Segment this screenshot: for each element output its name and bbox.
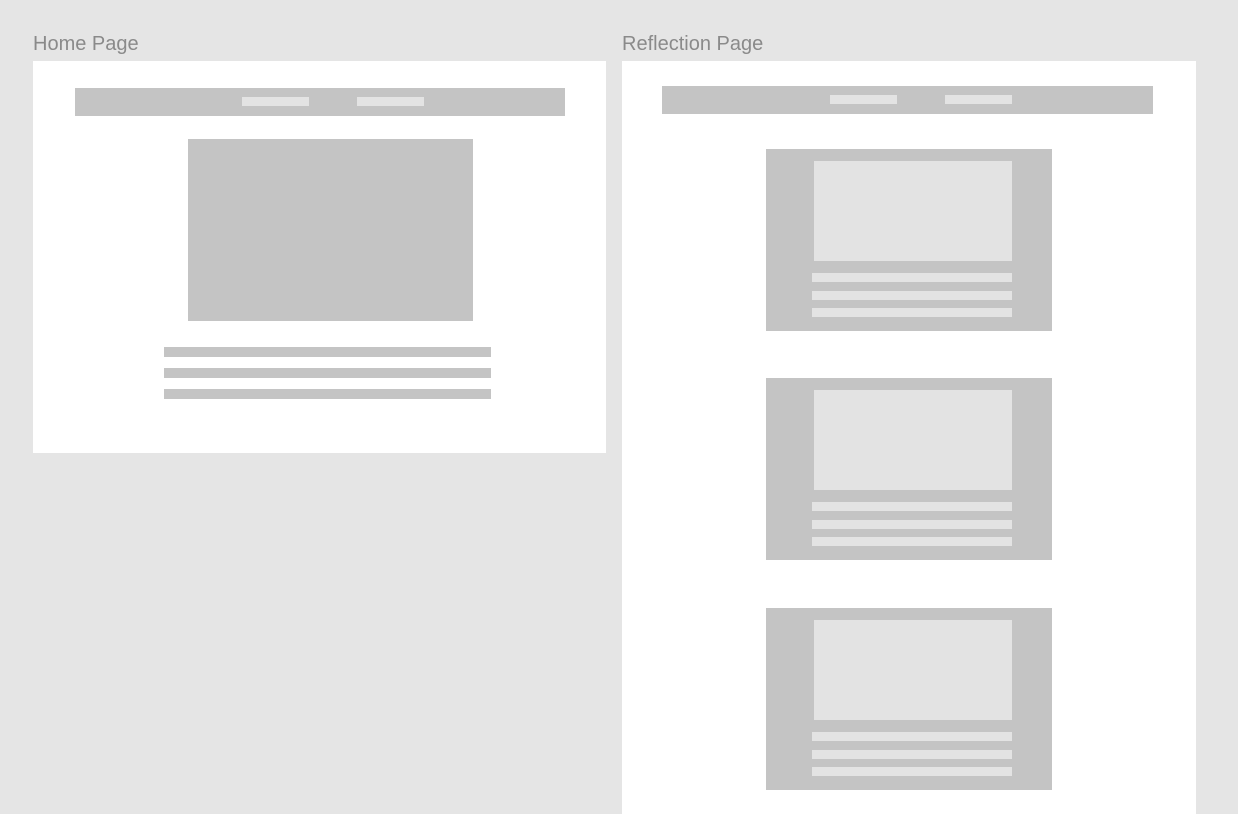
reflection-card-placeholder [766,378,1052,560]
text-line-placeholder [812,767,1012,776]
text-line-placeholder [812,750,1012,759]
reflection-card-placeholder [766,608,1052,790]
hero-image-placeholder [188,139,473,321]
text-line-placeholder [812,502,1012,511]
reflection-page-frame-label: Reflection Page [622,33,764,55]
text-line-placeholder [164,368,491,378]
nav-link-placeholder [357,97,424,106]
reflection-card-placeholder [766,149,1052,331]
text-line-placeholder [812,291,1012,300]
text-line-placeholder [812,732,1012,741]
text-line-placeholder [164,347,491,357]
card-image-placeholder [814,620,1012,720]
nav-link-placeholder [242,97,309,106]
nav-bar-placeholder [75,88,565,116]
text-line-placeholder [812,273,1012,282]
card-image-placeholder [814,161,1012,261]
nav-link-placeholder [830,95,897,104]
card-image-placeholder [814,390,1012,490]
nav-link-placeholder [945,95,1012,104]
text-line-placeholder [164,389,491,399]
nav-bar-placeholder [662,86,1153,114]
text-line-placeholder [812,537,1012,546]
reflection-page-frame[interactable] [622,61,1196,814]
home-page-frame[interactable] [33,61,606,453]
text-line-placeholder [812,308,1012,317]
home-page-frame-label: Home Page [33,33,139,55]
text-line-placeholder [812,520,1012,529]
